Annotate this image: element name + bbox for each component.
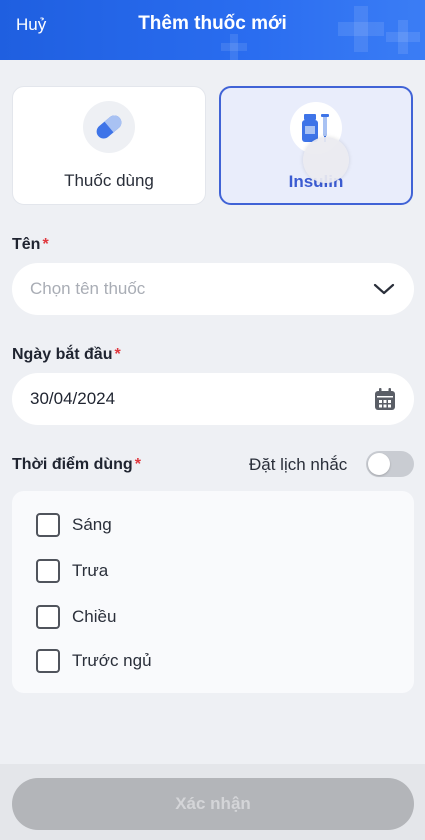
reminder-label: Đặt lịch nhắc: [249, 455, 348, 474]
header-decor-cross: [221, 43, 247, 51]
time-of-use-label: Thời điểm dùng *: [12, 456, 141, 474]
reminder-toggle[interactable]: [366, 451, 414, 477]
option-label: Sáng: [72, 515, 112, 534]
required-mark: *: [114, 346, 121, 363]
checkbox[interactable]: [36, 605, 60, 629]
start-date-field[interactable]: 30/04/2024: [12, 373, 414, 425]
medicine-type-label: Thuốc dùng: [64, 171, 154, 190]
option-label: Trước ngủ: [72, 651, 152, 670]
option-label: Chiều: [72, 607, 117, 626]
pill-icon: [83, 101, 135, 153]
option-label: Trưa: [72, 561, 109, 580]
time-of-use-options: Sáng Trưa Chiều Trước ngủ: [12, 491, 414, 693]
required-mark: *: [42, 236, 49, 253]
start-date-label: Ngày bắt đầu *: [12, 346, 121, 364]
start-date-value: 30/04/2024: [30, 389, 116, 408]
medicine-name-select[interactable]: Chọn tên thuốc: [12, 263, 414, 315]
confirm-button[interactable]: Xác nhận: [12, 778, 414, 830]
checkbox[interactable]: [36, 649, 60, 673]
name-label-text: Tên: [12, 236, 41, 253]
page-title: Thêm thuốc mới: [138, 13, 287, 34]
touch-indicator: [303, 137, 349, 183]
time-of-use-label-text: Thời điểm dùng: [12, 456, 133, 473]
chevron-down-icon: [372, 277, 396, 306]
required-mark: *: [134, 456, 141, 473]
medicine-name-placeholder: Chọn tên thuốc: [30, 279, 146, 298]
checkbox[interactable]: [36, 559, 60, 583]
checkbox[interactable]: [36, 513, 60, 537]
name-label: Tên *: [12, 236, 49, 254]
toggle-knob: [368, 453, 390, 475]
medicine-type-oral[interactable]: Thuốc dùng: [12, 86, 206, 205]
app-header: Huỷ Thêm thuốc mới: [0, 0, 425, 60]
start-date-label-text: Ngày bắt đầu: [12, 346, 113, 363]
calendar-icon[interactable]: [374, 387, 396, 416]
